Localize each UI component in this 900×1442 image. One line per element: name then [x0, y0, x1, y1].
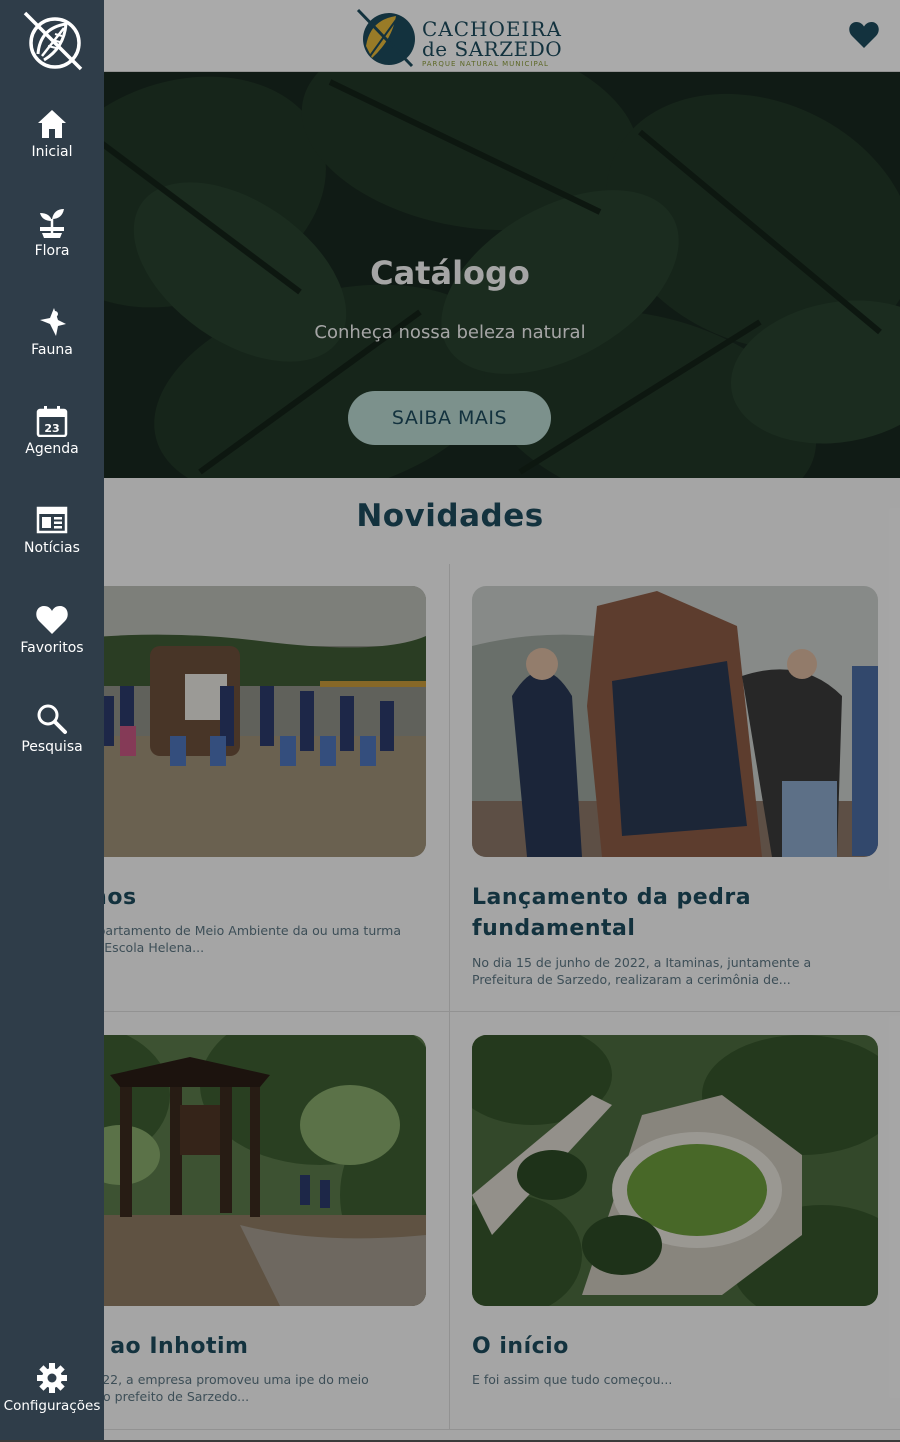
modal-scrim[interactable]	[0, 0, 900, 1440]
nav-label-configuracoes: Configurações	[3, 1398, 101, 1414]
nav-item-agenda[interactable]: 23 Agenda	[0, 405, 104, 485]
nav-label-flora: Flora	[34, 243, 70, 259]
nav-item-pesquisa[interactable]: Pesquisa	[0, 703, 104, 783]
navigation-rail: Inicial Flora Fauna 23 Agenda Notícias F…	[0, 0, 104, 1440]
nav-label-pesquisa: Pesquisa	[21, 739, 83, 755]
bird-icon	[40, 308, 66, 336]
plant-icon	[40, 209, 64, 238]
nav-item-flora[interactable]: Flora	[0, 207, 104, 287]
leaf-logo-icon[interactable]	[22, 10, 84, 72]
calendar-icon: 23	[36, 406, 68, 437]
nav-label-fauna: Fauna	[31, 342, 73, 358]
nav-item-configuracoes[interactable]: Configurações	[0, 1362, 104, 1442]
nav-label-noticias: Notícias	[24, 540, 80, 556]
home-icon	[38, 110, 66, 138]
nav-label-favoritos: Favoritos	[20, 640, 84, 656]
newspaper-icon	[36, 506, 68, 534]
search-icon	[37, 704, 67, 734]
calendar-day-text: 23	[44, 422, 59, 435]
nav-label-agenda: Agenda	[25, 441, 79, 457]
nav-item-noticias[interactable]: Notícias	[0, 504, 104, 584]
nav-item-inicial[interactable]: Inicial	[0, 108, 104, 188]
nav-label-inicial: Inicial	[31, 144, 73, 160]
heart-icon	[36, 606, 68, 634]
nav-item-favoritos[interactable]: Favoritos	[0, 604, 104, 684]
nav-item-fauna[interactable]: Fauna	[0, 306, 104, 386]
gear-icon	[37, 1363, 67, 1393]
